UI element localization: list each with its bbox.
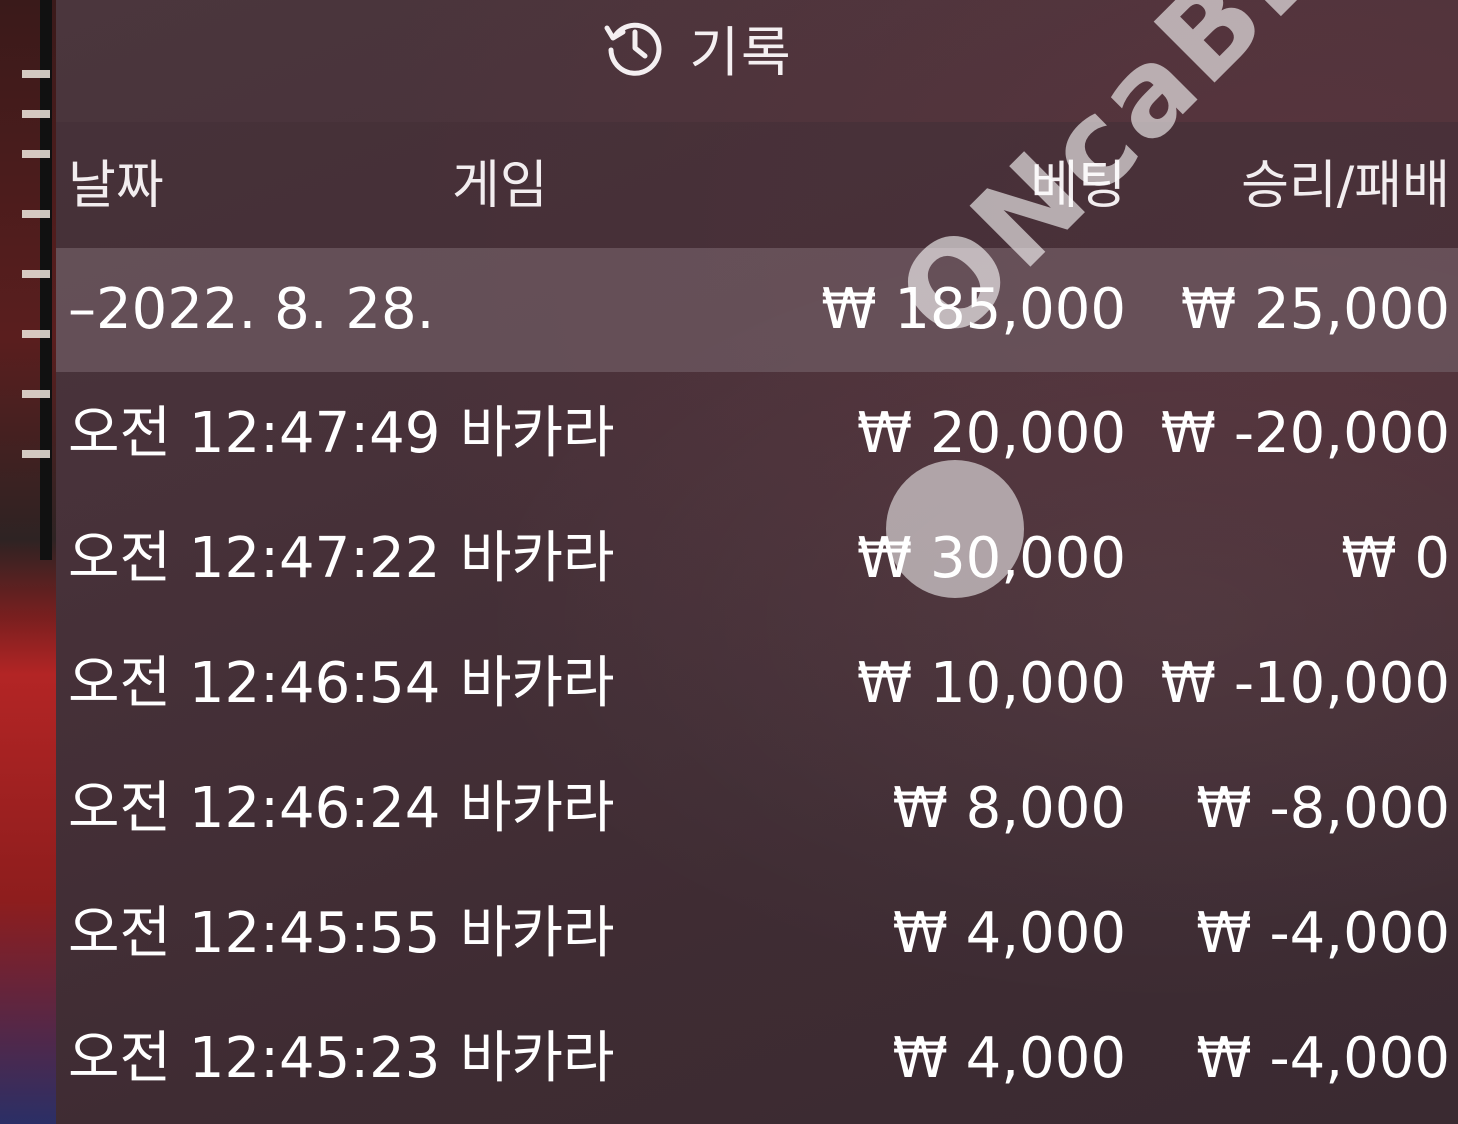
panel-title: 기록 [601, 8, 792, 87]
history-clock-icon [601, 14, 667, 80]
panel-header: 기록 [56, 0, 1458, 122]
row-winloss: ₩ -4,000 [1196, 901, 1450, 966]
backdrop-pole [40, 0, 52, 560]
row-time: 오전 12:46:54 [68, 651, 441, 716]
row-bet: ₩ 8,000 [892, 776, 1127, 841]
row-game: 바카라 [460, 1026, 615, 1091]
backdrop-slat [22, 390, 50, 398]
row-winloss: ₩ -4,000 [1196, 1026, 1450, 1091]
group-bet-total: ₩ 185,000 [821, 277, 1126, 342]
date-group-row[interactable]: –2022. 8. 28. ₩ 185,000 ₩ 25,000 [56, 248, 1458, 372]
row-winloss: ₩ -20,000 [1160, 401, 1450, 466]
row-winloss: ₩ -10,000 [1160, 651, 1450, 716]
game-backdrop [0, 0, 56, 1124]
backdrop-slat [22, 110, 50, 118]
row-bet: ₩ 4,000 [892, 901, 1127, 966]
page-title: 기록 [689, 20, 793, 84]
backdrop-slat [22, 270, 50, 278]
row-game: 바카라 [460, 526, 615, 591]
history-panel: 기록 날짜 게임 베팅 승리/패배 –2022. 8. 28. ₩ 185,00… [56, 0, 1458, 1124]
column-header-date: 날짜 [68, 156, 164, 216]
row-game: 바카라 [460, 901, 615, 966]
group-date: –2022. 8. 28. [68, 277, 435, 342]
table-row[interactable]: 오전 12:45:55 바카라 ₩ 4,000 ₩ -4,000 [56, 872, 1458, 997]
backdrop-slat [22, 70, 50, 78]
row-time: 오전 12:47:49 [68, 401, 441, 466]
history-table: 날짜 게임 베팅 승리/패배 –2022. 8. 28. ₩ 185,000 ₩… [56, 122, 1458, 1124]
backdrop-slat [22, 150, 50, 158]
row-game: 바카라 [460, 651, 615, 716]
screen: 기록 날짜 게임 베팅 승리/패배 –2022. 8. 28. ₩ 185,00… [0, 0, 1458, 1124]
row-winloss: ₩ 0 [1341, 526, 1450, 591]
table-row[interactable]: 오전 12:47:22 바카라 ₩ 30,000 ₩ 0 [56, 497, 1458, 622]
group-winloss-total: ₩ 25,000 [1180, 277, 1450, 342]
row-time: 오전 12:46:24 [68, 776, 441, 841]
row-time: 오전 12:45:23 [68, 1026, 441, 1091]
row-winloss: ₩ -8,000 [1196, 776, 1450, 841]
column-header-game: 게임 [452, 156, 548, 216]
backdrop-slat [22, 450, 50, 458]
row-bet: ₩ 4,000 [892, 1026, 1127, 1091]
column-header-winloss: 승리/패배 [1241, 156, 1450, 216]
backdrop-slat [22, 210, 50, 218]
row-bet: ₩ 30,000 [856, 526, 1126, 591]
row-time: 오전 12:45:55 [68, 901, 441, 966]
table-header: 날짜 게임 베팅 승리/패배 [56, 122, 1458, 248]
row-bet: ₩ 20,000 [856, 401, 1126, 466]
table-row[interactable]: 오전 12:46:24 바카라 ₩ 8,000 ₩ -8,000 [56, 747, 1458, 872]
table-row[interactable]: 오전 12:45:23 바카라 ₩ 4,000 ₩ -4,000 [56, 997, 1458, 1122]
column-header-bet: 베팅 [1030, 156, 1126, 216]
table-row[interactable]: 오전 12:47:49 바카라 ₩ 20,000 ₩ -20,000 [56, 372, 1458, 497]
row-bet: ₩ 10,000 [856, 651, 1126, 716]
row-game: 바카라 [460, 776, 615, 841]
table-row[interactable]: 오전 12:46:54 바카라 ₩ 10,000 ₩ -10,000 [56, 622, 1458, 747]
backdrop-slat [22, 330, 50, 338]
row-time: 오전 12:47:22 [68, 526, 441, 591]
row-game: 바카라 [460, 401, 615, 466]
